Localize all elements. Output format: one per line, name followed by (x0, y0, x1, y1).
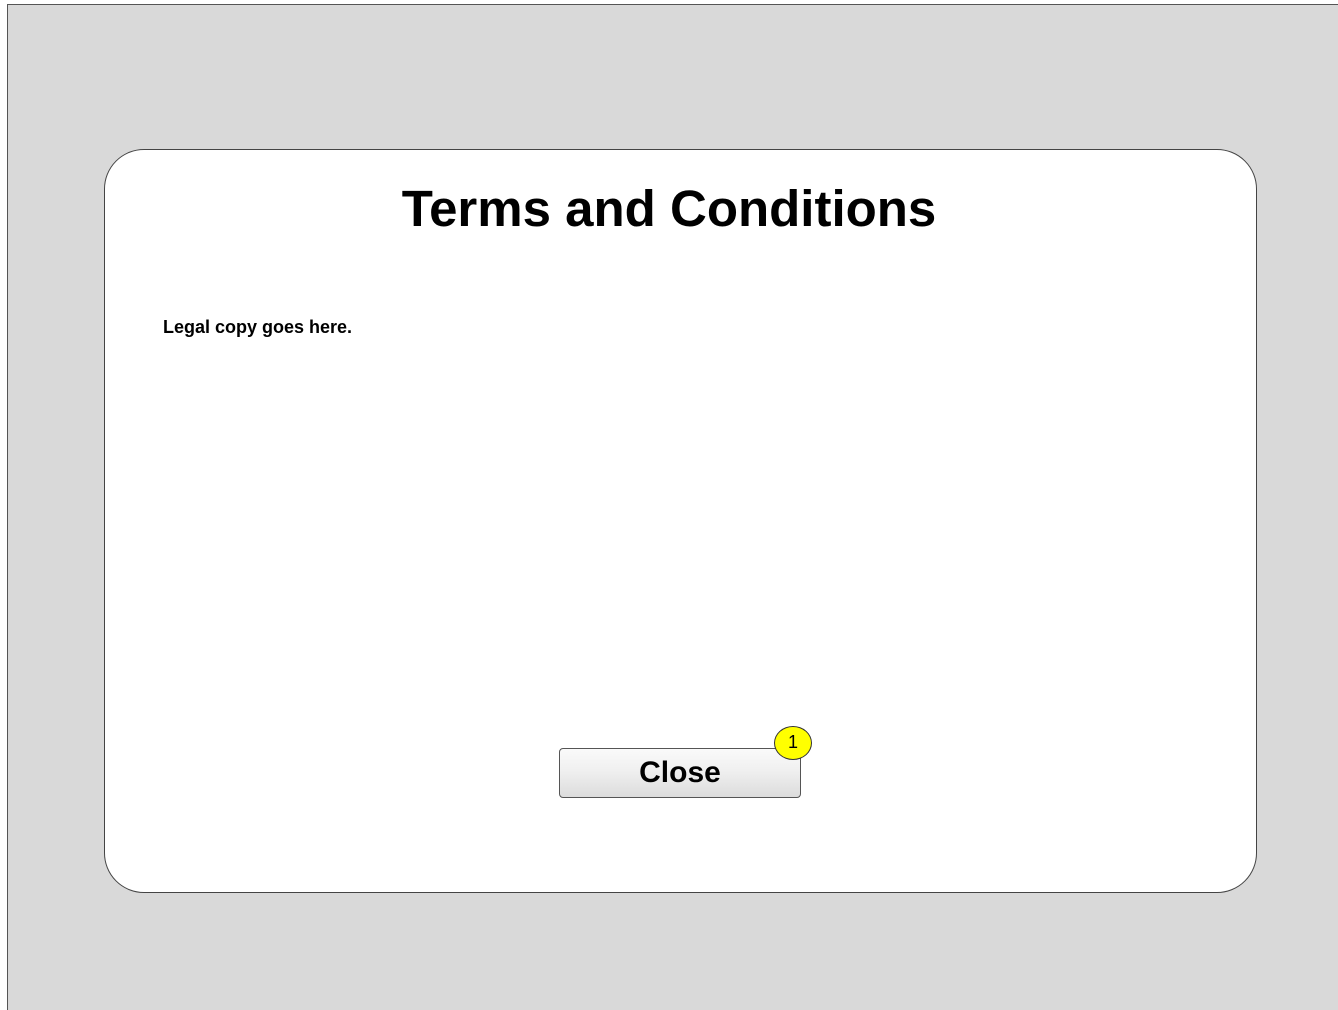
dialog-title: Terms and Conditions (401, 180, 937, 237)
close-button[interactable]: Close (559, 748, 801, 798)
legal-copy-text: Legal copy goes here. (163, 317, 353, 337)
annotation-badge: 1 (774, 726, 812, 760)
